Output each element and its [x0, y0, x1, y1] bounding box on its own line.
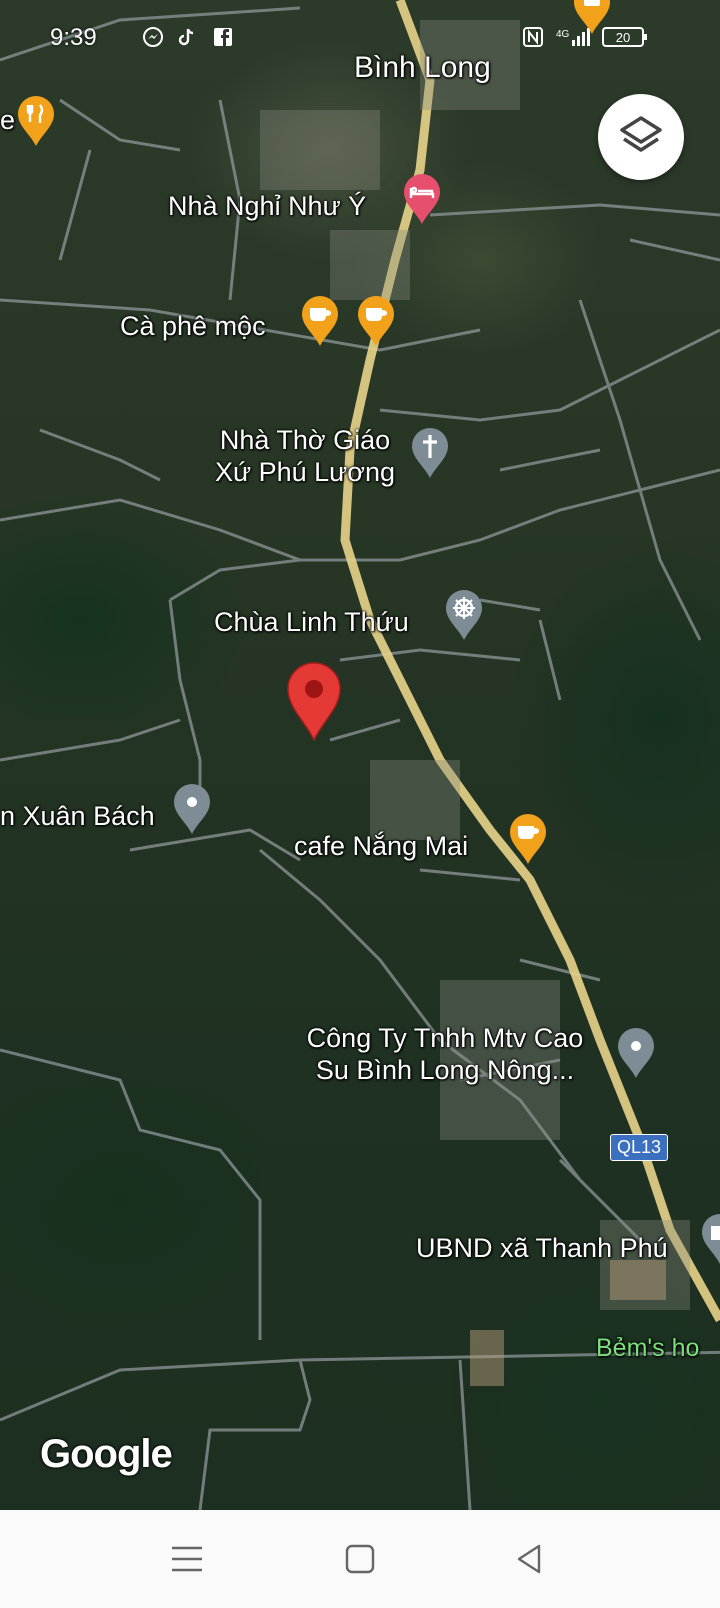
nfc-icon — [522, 26, 544, 48]
svg-text:4G: 4G — [556, 29, 570, 40]
place-pin-xuan-bach[interactable] — [172, 784, 212, 836]
dharma-wheel-icon — [446, 590, 482, 640]
government-pin[interactable] — [700, 1214, 720, 1266]
layers-icon — [620, 116, 662, 152]
cafe-pin-2[interactable] — [356, 296, 396, 348]
map-label-xuan-bach[interactable]: n Xuân Bách — [0, 800, 155, 832]
map-label-ubnd[interactable]: UBND xã Thanh Phú — [416, 1232, 668, 1264]
map-label-nha-nghi[interactable]: Nhà Nghỉ Như Ý — [168, 190, 366, 222]
status-time: 9:39 — [50, 24, 97, 51]
map-label-ca-phe-moc[interactable]: Cà phê mộc — [120, 310, 266, 342]
cafe-cup-icon — [302, 296, 338, 346]
back-triangle-icon[interactable] — [507, 1536, 553, 1582]
place-pin-cong-ty[interactable] — [616, 1028, 656, 1080]
google-logo: Google — [40, 1432, 173, 1476]
map-label-nha-tho[interactable]: Nhà Thờ Giáo Xứ Phú Lương — [200, 424, 410, 488]
cross-icon — [412, 428, 448, 478]
bed-icon — [404, 174, 440, 224]
map-label-bem[interactable]: Bẻm's ho — [596, 1332, 699, 1364]
selected-location-pin[interactable] — [286, 662, 342, 742]
satellite-map[interactable]: 9:39 4G 20 Bình Long e Nhà Nghỉ Như Ý Cà… — [0, 0, 720, 1510]
layers-button[interactable] — [598, 94, 684, 180]
cafe-pin-nang-mai[interactable] — [508, 814, 548, 866]
map-label-cong-ty-line2: Su Bình Long Nông... — [315, 1055, 575, 1085]
location-dot-icon — [618, 1028, 654, 1078]
building-icon — [702, 1214, 720, 1264]
battery-level: 20 — [616, 30, 630, 45]
restaurant-pin[interactable] — [16, 96, 56, 148]
map-label-cong-ty[interactable]: Công Ty Tnhh Mtv Cao Su Bình Long Nông..… — [280, 1022, 610, 1086]
cafe-cup-icon — [510, 814, 546, 864]
menu-icon[interactable] — [164, 1536, 210, 1582]
navigation-bar — [0, 1510, 720, 1608]
map-label-binh-long[interactable]: Bình Long — [354, 52, 491, 84]
location-dot-icon — [174, 784, 210, 834]
facebook-icon — [212, 26, 234, 48]
map-label-nha-tho-line1: Nhà Thờ Giáo — [219, 425, 391, 455]
hotel-pin[interactable] — [402, 174, 442, 226]
cafe-cup-icon — [358, 296, 394, 346]
map-label-cafe-nang-mai[interactable]: cafe Nắng Mai — [294, 830, 468, 862]
restaurant-pin-top[interactable] — [572, 0, 612, 36]
tiktok-icon — [176, 26, 198, 48]
restaurant-icon — [18, 96, 54, 146]
map-label-chua[interactable]: Chùa Linh Thứu — [214, 606, 409, 638]
road-shield-ql13: QL13 — [610, 1134, 669, 1161]
messenger-icon — [142, 26, 164, 48]
map-label-cong-ty-line1: Công Ty Tnhh Mtv Cao — [306, 1023, 584, 1053]
road-network — [0, 0, 720, 1510]
location-marker-icon — [287, 662, 341, 742]
restaurant-icon — [574, 0, 610, 34]
map-label-nha-tho-line2: Xứ Phú Lương — [215, 457, 395, 487]
home-square-icon[interactable] — [337, 1536, 383, 1582]
map-label-partial-e: e — [0, 105, 16, 135]
cafe-pin-1[interactable] — [300, 296, 340, 348]
church-pin[interactable] — [410, 428, 450, 480]
temple-pin[interactable] — [444, 590, 484, 642]
